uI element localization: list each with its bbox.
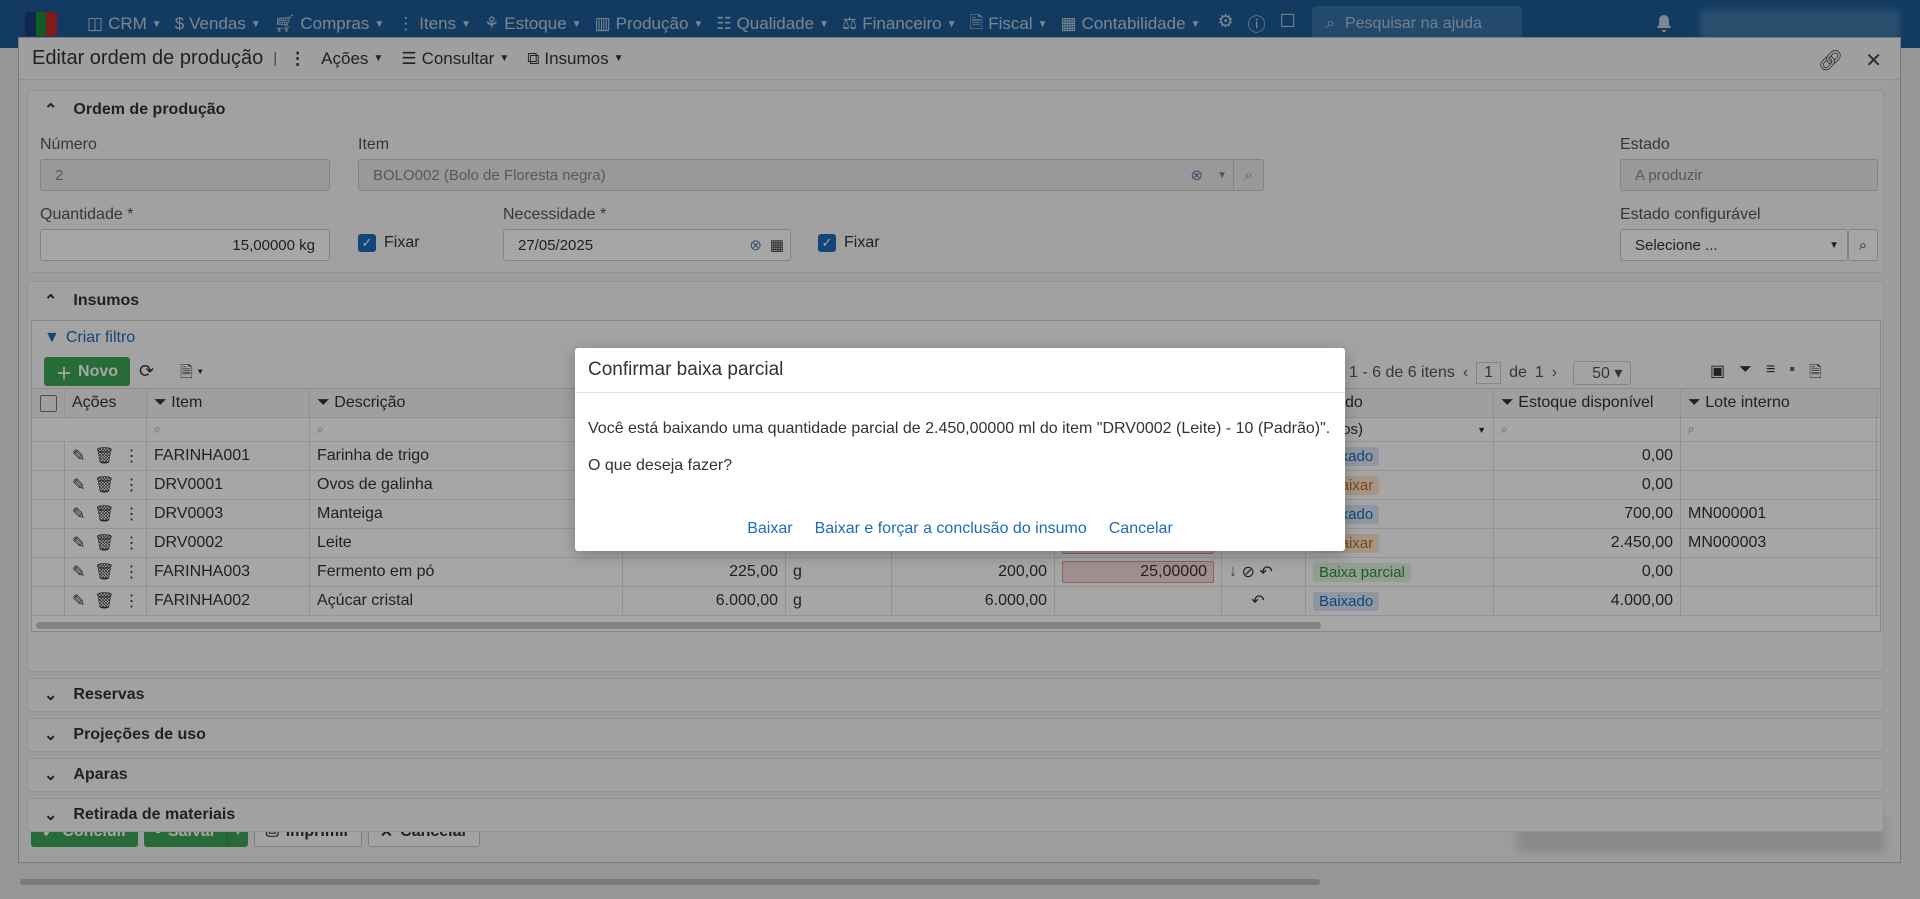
dialog-question: O que deseja fazer? <box>588 457 733 474</box>
baixar-forcar-button[interactable]: Baixar e forçar a conclusão do insumo <box>815 520 1087 538</box>
dialog-actions: Baixar Baixar e forçar a conclusão do in… <box>575 520 1345 538</box>
dialog-title: Confirmar baixa parcial <box>575 348 1345 393</box>
dialog-message: Você está baixando uma quantidade parcia… <box>588 420 1331 437</box>
dialog-cancel-button[interactable]: Cancelar <box>1109 520 1173 538</box>
baixar-button[interactable]: Baixar <box>747 520 792 538</box>
confirm-partial-dialog: Confirmar baixa parcial Você está baixan… <box>575 348 1345 551</box>
